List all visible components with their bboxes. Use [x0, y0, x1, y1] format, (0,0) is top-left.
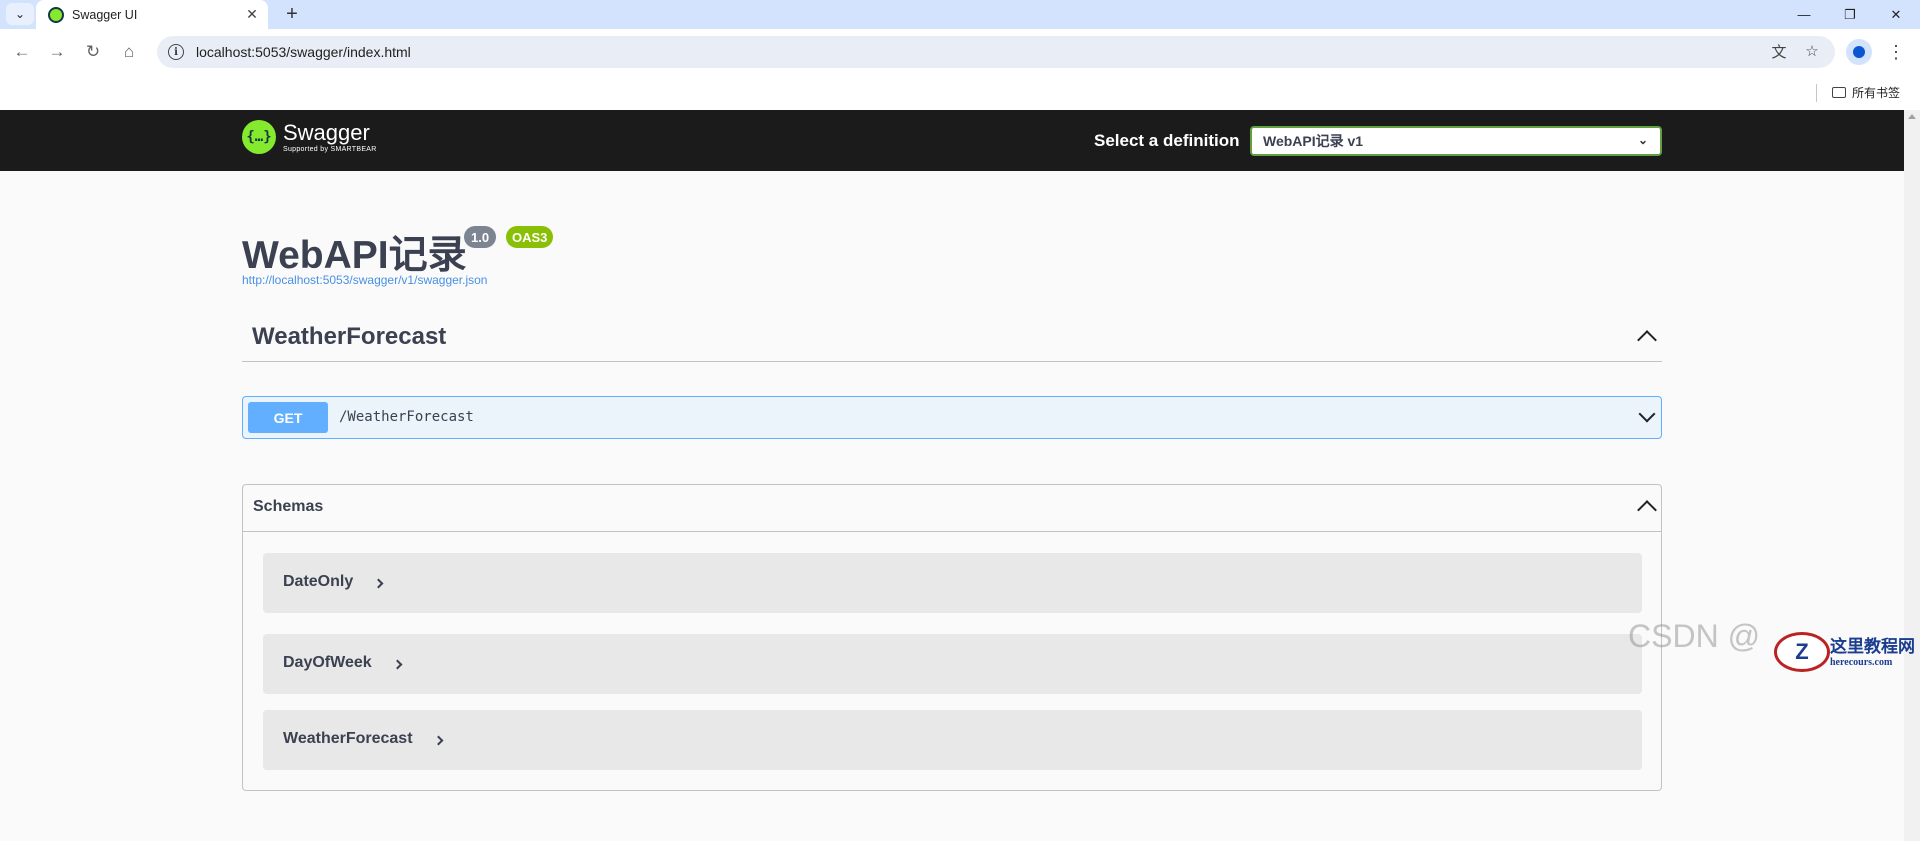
forward-button[interactable]: →: [42, 37, 72, 67]
model-name: WeatherForecast: [283, 730, 413, 747]
swagger-topbar: {…} Swagger Supported by SMARTBEAR Selec…: [0, 110, 1904, 171]
chevron-down-icon[interactable]: [1638, 405, 1656, 423]
page-scrollbar[interactable]: [1904, 110, 1920, 841]
user-icon: [1853, 46, 1865, 58]
tab-title: Swagger UI: [72, 7, 138, 22]
profile-button[interactable]: [1846, 39, 1872, 65]
model-dateonly[interactable]: DateOnly: [263, 553, 1642, 613]
version-badge: 1.0: [464, 226, 497, 248]
chevron-right-icon: [392, 659, 403, 670]
browser-tabstrip: ⌄ Swagger UI ✕ + — ❐ ✕: [0, 0, 1920, 29]
csdn-watermark: CSDN @: [1628, 618, 1761, 654]
bookmark-star-button[interactable]: ☆: [1798, 37, 1826, 65]
restore-icon: ❐: [1844, 6, 1856, 22]
tab-search-button[interactable]: ⌄: [6, 3, 34, 25]
translate-button[interactable]: 文: [1765, 37, 1793, 65]
browser-toolbar: ← → ↻ ⌂ i localhost:5053/swagger/index.h…: [0, 29, 1920, 76]
reload-icon: ↻: [85, 42, 101, 61]
arrow-left-icon: ←: [13, 42, 31, 61]
bookmarks-folder-label: 所有书签: [1852, 86, 1901, 100]
arrow-right-icon: →: [48, 42, 66, 61]
reload-button[interactable]: ↻: [78, 37, 108, 67]
plus-icon: +: [286, 2, 298, 25]
operation-path: /WeatherForecast: [339, 409, 474, 425]
restore-button[interactable]: ❐: [1827, 0, 1873, 29]
url-text[interactable]: localhost:5053/swagger/index.html: [196, 44, 411, 60]
back-button[interactable]: ←: [7, 37, 37, 67]
home-button[interactable]: ⌂: [114, 37, 144, 67]
definition-label: Select a definition: [1094, 131, 1240, 150]
info-icon[interactable]: i: [168, 44, 184, 60]
all-bookmarks-folder[interactable]: 所有书签: [1832, 84, 1900, 101]
bookmarks-bar: 所有书签: [0, 76, 1920, 110]
operation-get-weatherforecast[interactable]: GET /WeatherForecast: [242, 396, 1662, 439]
model-weatherforecast[interactable]: WeatherForecast: [263, 710, 1642, 770]
tag-name: WeatherForecast: [252, 323, 447, 350]
translate-icon: 文: [1771, 43, 1787, 61]
model-name: DateOnly: [283, 573, 354, 590]
definition-selected-value: WebAPI记录 v1: [1263, 133, 1364, 149]
close-icon[interactable]: ✕: [242, 5, 262, 25]
logo-subtitle: Supported by SMARTBEAR: [283, 146, 377, 153]
divider: [1816, 84, 1817, 102]
minimize-icon: —: [1797, 7, 1811, 22]
swagger-favicon-icon: [48, 6, 64, 23]
window-close-button[interactable]: ✕: [1873, 0, 1919, 29]
folder-icon: [1832, 87, 1846, 98]
model-dayofweek[interactable]: DayOfWeek: [263, 634, 1642, 694]
tag-section-header[interactable]: WeatherForecast: [242, 279, 1662, 362]
method-badge: GET: [248, 402, 328, 433]
schemas-section: Schemas DateOnly DayOfWeek WeatherForeca…: [242, 484, 1662, 791]
home-icon: ⌂: [123, 42, 135, 61]
chevron-right-icon: [373, 578, 384, 589]
chevron-down-icon: ⌄: [14, 7, 26, 21]
scroll-up-icon[interactable]: [1908, 114, 1916, 119]
model-name: DayOfWeek: [283, 654, 372, 671]
oas-badge: OAS3: [506, 226, 554, 248]
browser-tab[interactable]: Swagger UI ✕: [36, 0, 268, 29]
star-icon: ☆: [1805, 43, 1819, 60]
minimize-button[interactable]: —: [1781, 0, 1827, 29]
site-url: herecours.com: [1830, 657, 1893, 668]
schemas-header[interactable]: Schemas: [243, 485, 1661, 532]
swagger-logo[interactable]: {…} Swagger Supported by SMARTBEAR: [242, 120, 377, 154]
logo-name: Swagger: [283, 120, 370, 145]
api-title: WebAPI记录: [242, 234, 467, 277]
chevron-up-icon[interactable]: [1637, 330, 1657, 350]
schemas-title: Schemas: [253, 498, 324, 515]
swagger-logo-icon: {…}: [242, 120, 276, 154]
site-watermark: 这里教程网 herecours.com: [1830, 632, 1915, 668]
more-vertical-icon: ⋮: [1887, 41, 1905, 62]
browser-menu-button[interactable]: ⋮: [1886, 39, 1906, 65]
definition-select[interactable]: WebAPI记录 v1 ⌄: [1250, 126, 1662, 156]
chevron-down-icon: ⌄: [1637, 133, 1648, 147]
swagger-main: WebAPI记录 1.0 OAS3 http://localhost:5053/…: [0, 171, 1904, 841]
close-icon: ✕: [1890, 6, 1902, 22]
chevron-right-icon: [433, 735, 444, 746]
site-logo-icon: Z: [1774, 632, 1830, 672]
chevron-up-icon[interactable]: [1637, 500, 1657, 520]
new-tab-button[interactable]: +: [280, 2, 304, 26]
address-bar[interactable]: i localhost:5053/swagger/index.html: [157, 36, 1835, 68]
site-name: 这里教程网: [1830, 637, 1915, 657]
